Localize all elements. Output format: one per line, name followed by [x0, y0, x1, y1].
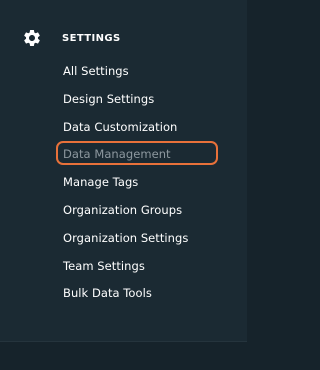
menu-item-organization-settings[interactable]: Organization Settings: [63, 228, 188, 248]
gear-icon: [24, 30, 40, 46]
section-title: SETTINGS: [62, 32, 121, 44]
menu-item-bulk-data-tools[interactable]: Bulk Data Tools: [63, 283, 152, 303]
menu-item-data-customization[interactable]: Data Customization: [63, 117, 177, 137]
settings-sidebar: SETTINGS All Settings Design Settings Da…: [0, 0, 247, 341]
selection-highlight: [56, 141, 218, 165]
sidebar-footer: [0, 341, 247, 370]
menu-item-team-settings[interactable]: Team Settings: [63, 256, 145, 276]
menu-item-manage-tags[interactable]: Manage Tags: [63, 172, 138, 192]
menu-item-design-settings[interactable]: Design Settings: [63, 89, 154, 109]
settings-header[interactable]: SETTINGS: [22, 28, 121, 48]
menu-item-all-settings[interactable]: All Settings: [63, 61, 129, 81]
menu-item-organization-groups[interactable]: Organization Groups: [63, 200, 182, 220]
